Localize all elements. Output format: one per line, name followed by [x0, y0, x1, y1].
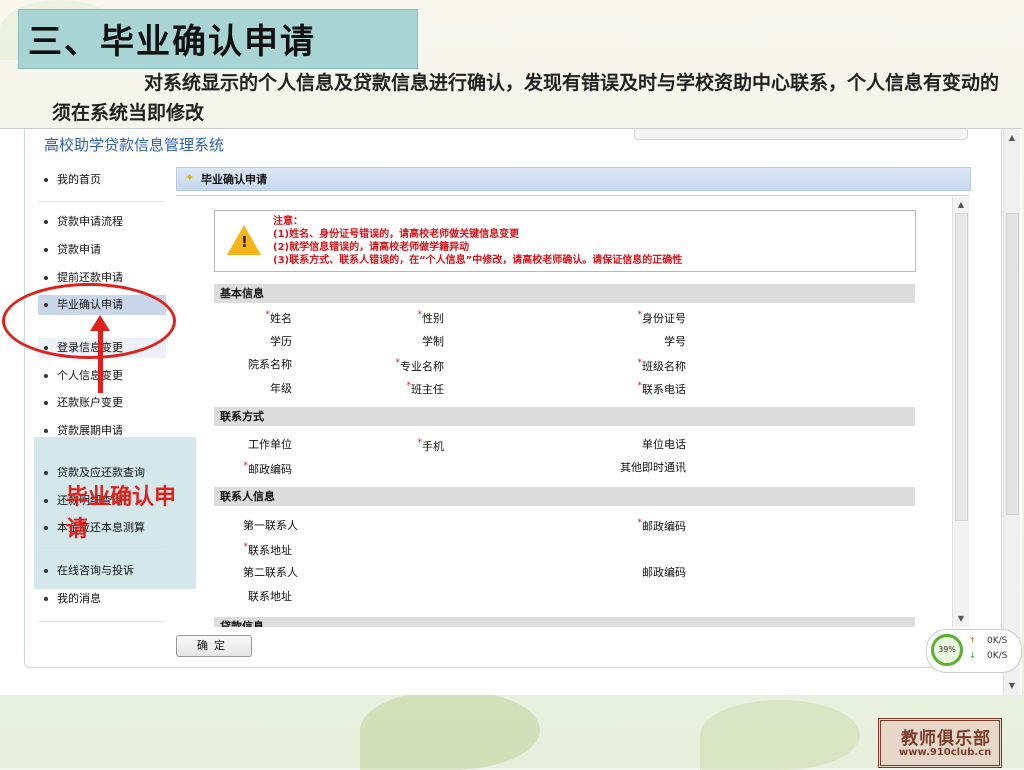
content-header: ✦ 毕业确认申请	[176, 167, 971, 191]
field-education: 学历	[270, 335, 292, 348]
field-id-number: *身份证号	[637, 310, 687, 325]
page-scrollbar[interactable]: ▲ ▼	[1003, 129, 1020, 695]
nav-divider	[38, 201, 164, 202]
field-im: 其他即时通讯	[620, 461, 686, 474]
arrow-shaft	[98, 327, 103, 393]
field-grade: 年级	[270, 382, 292, 395]
bullet-icon	[44, 374, 48, 378]
leaf-decoration	[700, 700, 860, 770]
content-panel: ! 注意： (1)姓名、身份证号错误的，请高校老师做关键信息变更 (2)就学信息…	[176, 197, 952, 627]
system-title: 高校助学贷款信息管理系统	[44, 136, 225, 154]
sidebar-item-loan-process[interactable]: 贷款申请流程	[38, 212, 166, 232]
notice-text: 注意： (1)姓名、身份证号错误的，请高校老师做关键信息变更 (2)就学信息错误…	[273, 216, 683, 266]
scroll-down-icon[interactable]: ▼	[954, 612, 968, 626]
bullet-icon	[44, 276, 48, 280]
upload-speed: 0K/S	[987, 636, 1008, 646]
slide-description: 对系统显示的个人信息及贷款信息进行确认，发现有错误及时与学校资助中心联系，个人信…	[52, 72, 1000, 124]
field-major: *专业名称	[395, 358, 445, 373]
field-contact2-postcode: 邮政编码	[642, 566, 686, 579]
sidebar-item-loan-apply[interactable]: 贷款申请	[38, 240, 166, 260]
warning-icon-mark: !	[241, 233, 248, 251]
scroll-up-icon[interactable]: ▲	[954, 198, 968, 212]
notice-box: ! 注意： (1)姓名、身份证号错误的，请高校老师做关键信息变更 (2)就学信息…	[214, 210, 916, 272]
divider	[176, 195, 969, 196]
field-school-system: 学制	[422, 335, 444, 348]
leaf-decoration	[360, 690, 540, 770]
field-work-unit: 工作单位	[248, 438, 292, 451]
section-contact-person: 联系人信息	[214, 487, 915, 506]
scroll-thumb[interactable]	[1006, 213, 1019, 515]
field-contact-address: *联系地址	[243, 542, 293, 557]
field-head-teacher: *班主任	[406, 381, 445, 396]
sidebar-item-messages[interactable]: 我的消息	[38, 589, 166, 609]
sidebar-item-home[interactable]: 我的首页	[38, 170, 166, 190]
scroll-down-icon[interactable]: ▼	[1005, 679, 1019, 693]
usage-ring: 39%	[931, 634, 963, 666]
field-contact1-postcode: *邮政编码	[637, 518, 687, 533]
sidebar-item-loan-query[interactable]: 贷款及应还款查询	[38, 463, 166, 483]
bullet-icon	[44, 499, 48, 503]
bullet-icon	[44, 526, 48, 530]
toolbar-search-area	[634, 129, 968, 140]
sidebar-item-extension[interactable]: 贷款展期申请	[38, 421, 166, 441]
network-speed-widget[interactable]: 39% ↑ ↓ 0K/S 0K/S	[926, 629, 1022, 673]
slide-title: 三、毕业确认申请	[28, 22, 316, 62]
sidebar-item-account-change[interactable]: 还款账户变更	[38, 393, 166, 413]
bullet-icon	[44, 471, 48, 475]
star-icon: ✦	[185, 171, 195, 184]
download-speed: 0K/S	[987, 651, 1008, 661]
field-contact2: 第二联系人	[243, 566, 298, 579]
scroll-thumb[interactable]	[955, 213, 968, 521]
upload-arrow-icon: ↑	[969, 636, 976, 645]
bullet-icon	[44, 597, 48, 601]
section-loan-info: 贷款信息	[214, 617, 915, 627]
sidebar-item-consult[interactable]: 在线咨询与投诉	[38, 561, 166, 581]
scroll-up-icon[interactable]: ▲	[1005, 131, 1019, 145]
field-department: 院系名称	[248, 358, 292, 371]
field-name: *姓名	[265, 310, 293, 325]
field-class: *班级名称	[637, 358, 687, 373]
field-mobile: *手机	[417, 438, 445, 453]
field-work-phone: 单位电话	[642, 438, 686, 451]
field-contact1: 第一联系人	[243, 519, 298, 532]
field-gender: *性别	[417, 310, 445, 325]
nav-divider	[38, 549, 164, 550]
bullet-icon	[44, 401, 48, 405]
download-arrow-icon: ↓	[969, 651, 976, 660]
section-basic-info: 基本信息	[214, 284, 915, 303]
bullet-icon	[44, 429, 48, 433]
section-contact: 联系方式	[214, 407, 915, 426]
browser-window: 高校助学贷款信息管理系统 ▲ ▼ 我的首页 贷款申请流程 贷款申请 提前还款申请…	[0, 128, 1022, 695]
field-postcode: *邮政编码	[243, 461, 293, 476]
confirm-button[interactable]: 确定	[176, 635, 252, 657]
annotation-label: 毕业确认申请	[66, 484, 177, 542]
nav-divider	[38, 621, 164, 622]
club-logo: 教师俱乐部 www.910club.cn	[878, 718, 1002, 768]
field-phone: *联系电话	[637, 381, 687, 396]
bullet-icon	[44, 569, 48, 573]
bullet-icon	[44, 248, 48, 252]
bullet-icon	[44, 220, 48, 224]
field-contact2-address: 联系地址	[248, 590, 292, 603]
content-scrollbar[interactable]: ▲ ▼	[952, 197, 969, 627]
bullet-icon	[44, 178, 48, 182]
highlight-ellipse	[2, 283, 176, 359]
field-student-no: 学号	[664, 335, 686, 348]
